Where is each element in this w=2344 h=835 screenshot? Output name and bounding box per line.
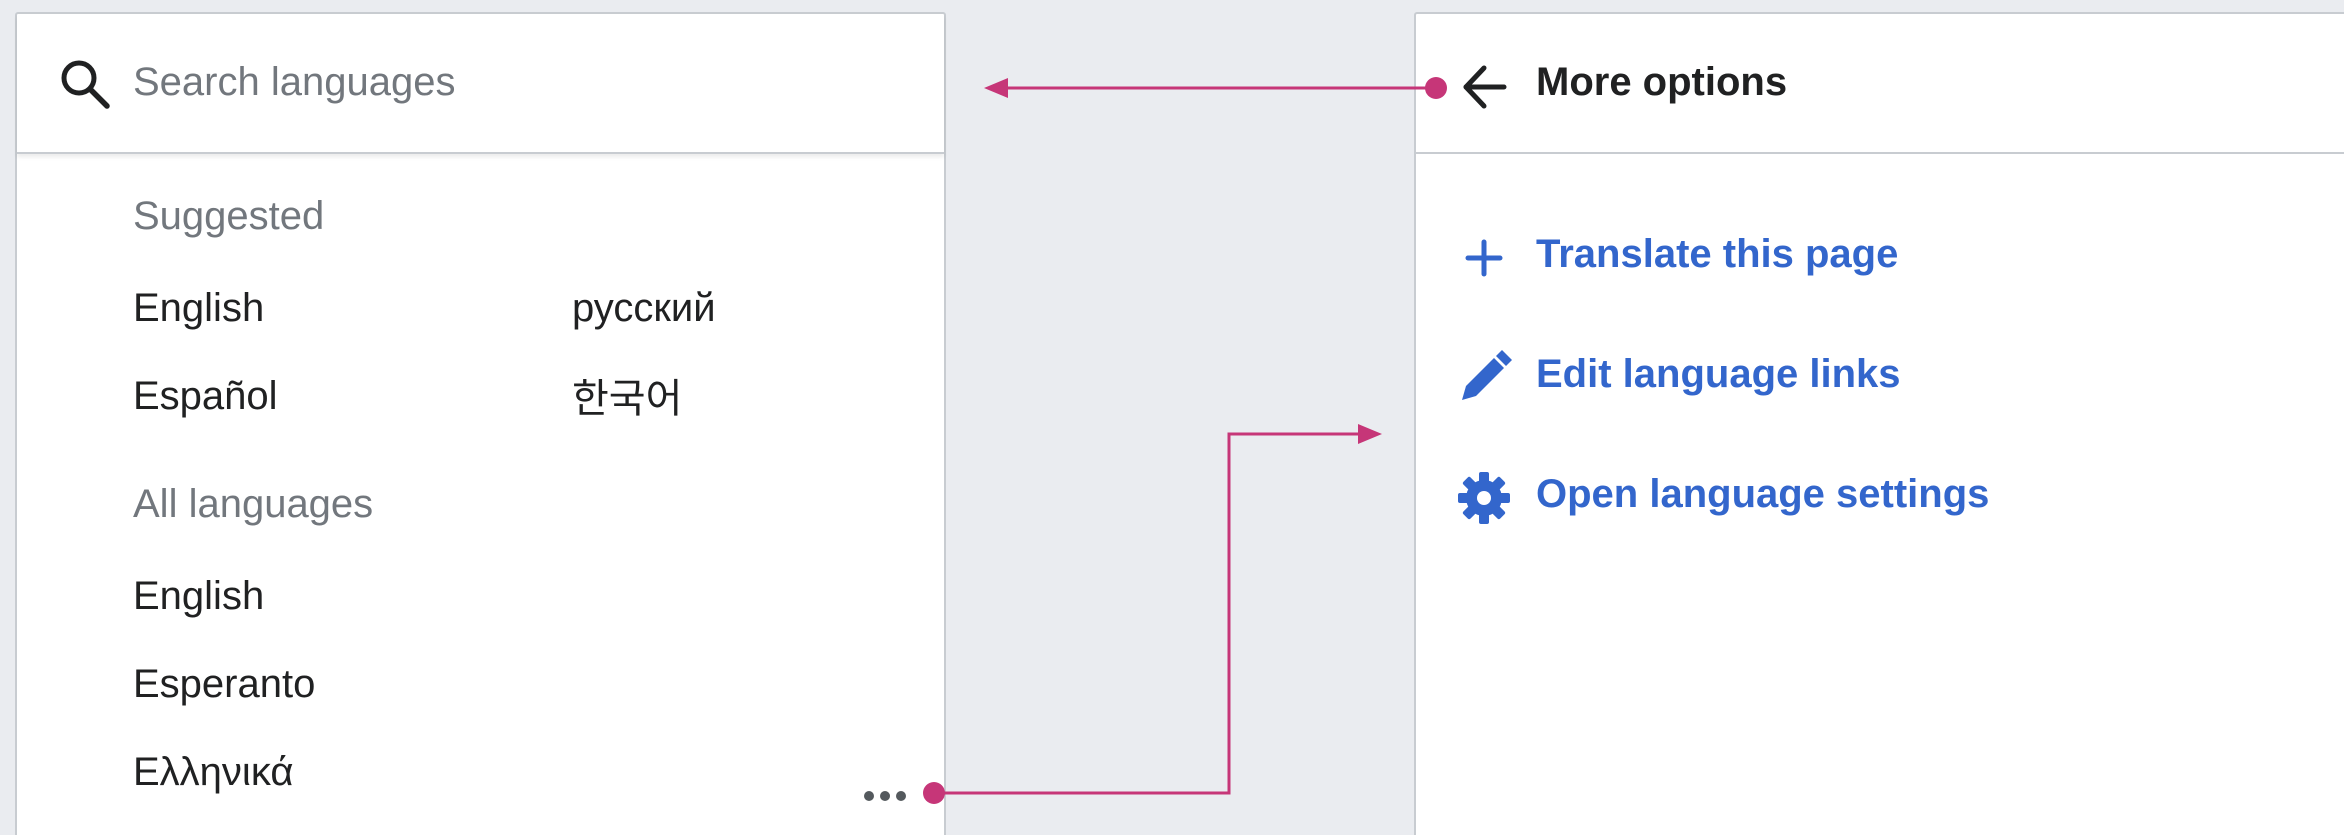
- more-options-header: More options: [1416, 14, 2344, 154]
- suggested-language-spanish[interactable]: Español: [133, 374, 278, 419]
- plus-icon: [1465, 239, 1503, 277]
- translate-page-button[interactable]: Translate this page: [1456, 224, 2316, 288]
- search-input[interactable]: [133, 52, 893, 112]
- more-options-ellipsis-icon[interactable]: [859, 774, 919, 818]
- language-esperanto[interactable]: Esperanto: [133, 662, 315, 707]
- arrow-left-icon[interactable]: [1460, 62, 1510, 112]
- language-greek[interactable]: Ελληνικά: [133, 750, 293, 795]
- ellipsis-connector: [923, 424, 1382, 804]
- more-options-title: More options: [1536, 60, 1788, 104]
- language-english[interactable]: English: [133, 574, 264, 619]
- stage: Suggested English русский Español 한국어 Al…: [0, 0, 2344, 835]
- open-language-settings-button[interactable]: Open language settings: [1456, 464, 2316, 528]
- suggested-language-english[interactable]: English: [133, 286, 264, 331]
- edit-language-links-label: Edit language links: [1536, 352, 1901, 396]
- suggested-language-korean[interactable]: 한국어: [572, 366, 682, 424]
- translate-page-label: Translate this page: [1536, 232, 1899, 276]
- all-languages-heading: All languages: [133, 482, 374, 526]
- suggested-language-russian[interactable]: русский: [572, 286, 716, 331]
- more-options-panel: More options Translate this page Edit la…: [1414, 12, 2344, 835]
- search-icon: [61, 60, 110, 109]
- gear-icon: [1458, 472, 1510, 524]
- pencil-icon: [1462, 350, 1512, 400]
- language-selector-panel: Suggested English русский Español 한국어 Al…: [15, 12, 946, 835]
- back-arrow-connector: [984, 77, 1447, 99]
- edit-language-links-button[interactable]: Edit language links: [1456, 344, 2316, 408]
- open-language-settings-label: Open language settings: [1536, 472, 1990, 516]
- suggested-heading: Suggested: [133, 194, 325, 238]
- search-bar: [17, 14, 944, 154]
